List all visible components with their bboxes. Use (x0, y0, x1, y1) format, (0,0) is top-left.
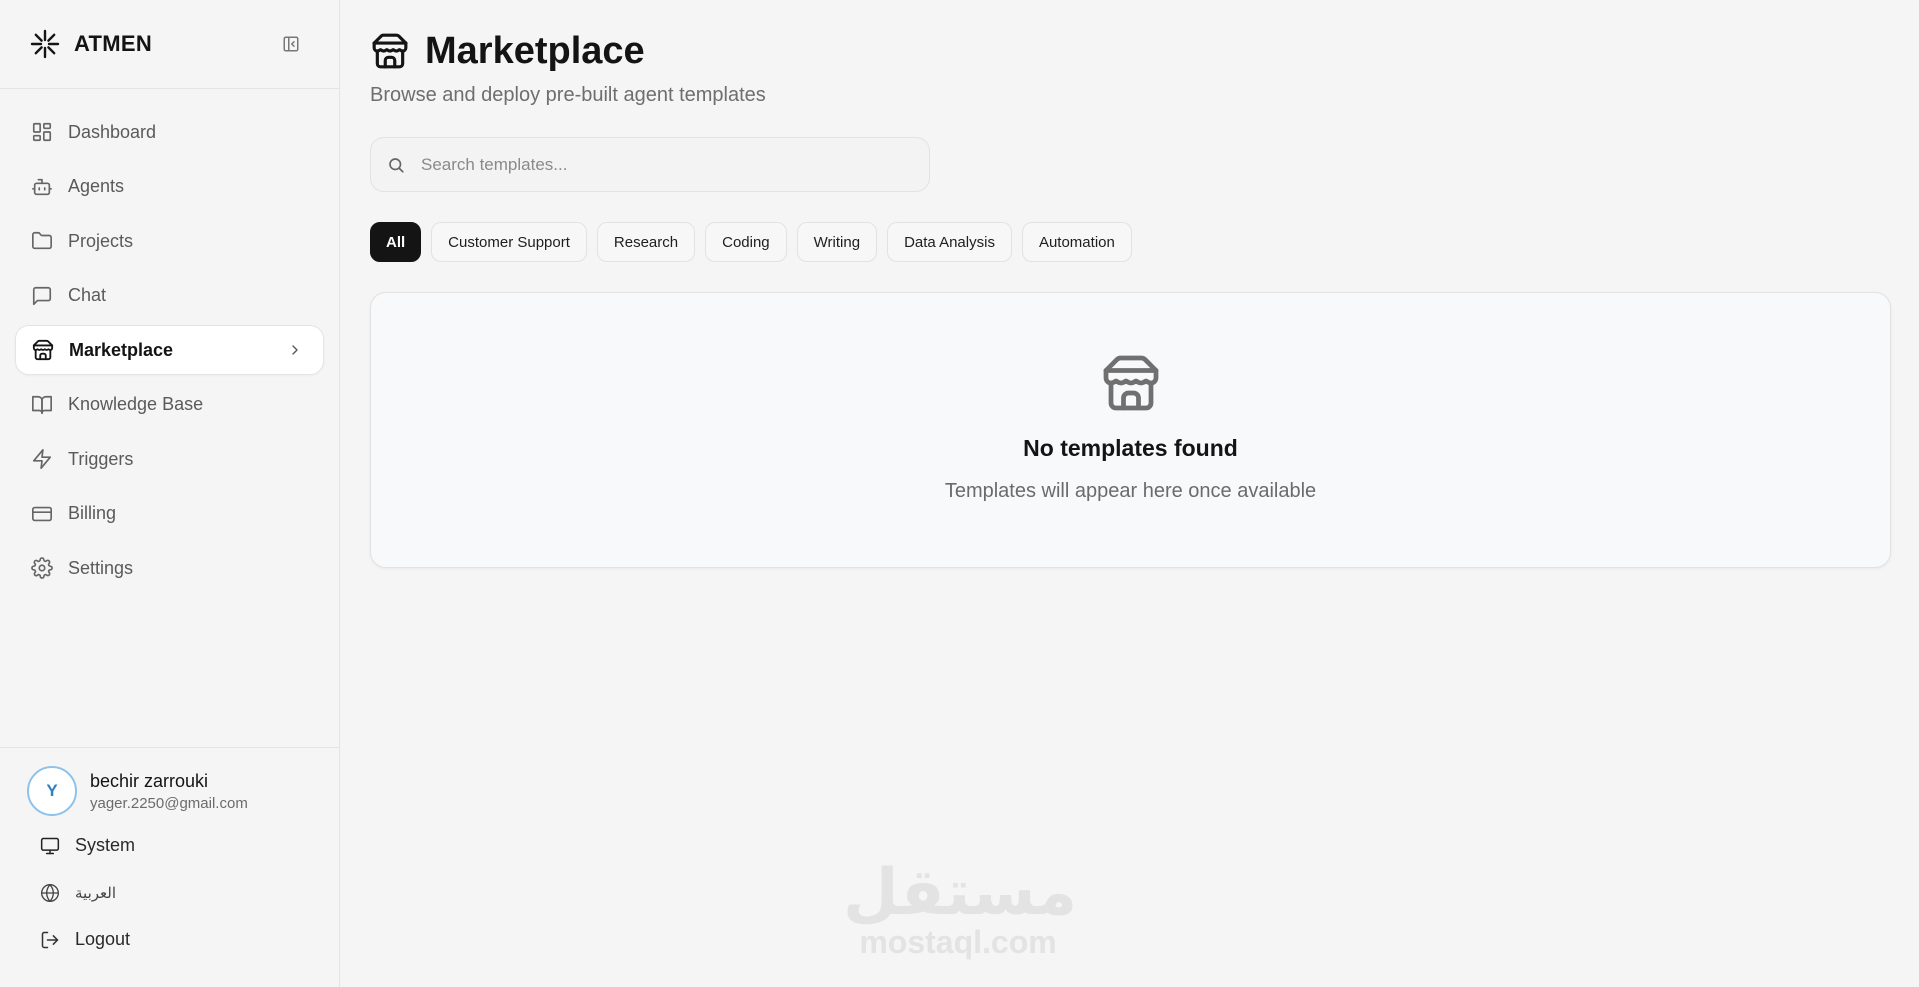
sidebar-item-label: Marketplace (69, 339, 174, 360)
page-title: Marketplace (425, 29, 645, 72)
sidebar-item-agents[interactable]: Agents (15, 162, 324, 212)
book-icon (30, 393, 54, 417)
user-info: bechir zarrouki yager.2250@gmail.com (90, 771, 248, 812)
page-subtitle: Browse and deploy pre-built agent templa… (370, 84, 766, 106)
chevron-right-icon (285, 340, 305, 360)
store-icon (1101, 353, 1161, 413)
bot-icon (30, 175, 54, 199)
sidebar-item-billing[interactable]: Billing (15, 489, 324, 539)
sidebar-item-chat[interactable]: Chat (15, 271, 324, 321)
sidebar-item-triggers[interactable]: Triggers (15, 434, 324, 484)
brand-name[interactable]: ATMEN (74, 31, 152, 57)
message-icon (30, 284, 54, 308)
watermark-arabic: مستقل (843, 856, 1078, 930)
filter-research[interactable]: Research (596, 222, 696, 262)
avatar[interactable]: Y (27, 766, 77, 816)
logout-label: Logout (75, 929, 131, 949)
sidebar-nav: Dashboard Agents Projects Chat Marketpla… (0, 89, 339, 593)
folder-icon (30, 229, 54, 253)
sidebar-item-label: Chat (68, 285, 107, 305)
search-icon (385, 154, 407, 176)
store-icon (31, 338, 55, 362)
filter-automation[interactable]: Automation (1021, 222, 1132, 262)
main-content: Marketplace Browse and deploy pre-built … (370, 0, 1891, 568)
sidebar-item-dashboard[interactable]: Dashboard (15, 107, 324, 157)
gear-icon (30, 556, 54, 580)
sidebar-item-label: Billing (68, 503, 117, 523)
search-input[interactable] (421, 154, 901, 175)
sidebar-footer: Y bechir zarrouki yager.2250@gmail.com S… (0, 747, 339, 987)
sidebar-item-knowledge-base[interactable]: Knowledge Base (15, 380, 324, 430)
theme-label: System (75, 835, 136, 855)
filter-coding[interactable]: Coding (705, 222, 787, 262)
category-filters: All Customer Support Research Coding Wri… (370, 222, 1890, 262)
sidebar-header: ATMEN (0, 0, 339, 89)
sidebar-item-label: Triggers (68, 448, 134, 469)
user-name: bechir zarrouki (90, 770, 209, 791)
logout-icon (38, 928, 62, 952)
filter-data-analysis[interactable]: Data Analysis (887, 222, 1012, 262)
sidebar-item-label: Agents (68, 176, 125, 196)
sidebar-item-settings[interactable]: Settings (15, 543, 324, 593)
collapse-sidebar-icon[interactable] (281, 34, 301, 54)
empty-state: No templates found Templates will appear… (370, 292, 1891, 568)
language-label: العربية (75, 884, 116, 902)
user-profile[interactable]: Y bechir zarrouki yager.2250@gmail.com (0, 748, 339, 816)
atmen-logo-icon[interactable] (28, 27, 62, 61)
logout-button[interactable]: Logout (0, 916, 339, 963)
watermark-latin: mostaql.com (859, 924, 1057, 960)
filter-all[interactable]: All (370, 222, 422, 262)
credit-card-icon (30, 502, 54, 526)
sidebar-item-projects[interactable]: Projects (15, 216, 324, 266)
filter-customer-support[interactable]: Customer Support (431, 222, 587, 262)
empty-state-title: No templates found (1023, 435, 1238, 461)
grid-icon (30, 120, 54, 144)
sidebar-item-label: Dashboard (68, 121, 157, 142)
search-box[interactable] (370, 137, 930, 192)
filter-writing[interactable]: Writing (796, 222, 878, 262)
sidebar: ATMEN Dashboard Agents Projects Chat Mar… (0, 0, 340, 987)
language-switch[interactable]: العربية (0, 869, 339, 916)
sidebar-item-label: Projects (68, 230, 134, 251)
sidebar-item-label: Settings (68, 557, 134, 578)
user-email: yager.2250@gmail.com (90, 794, 248, 812)
sidebar-item-marketplace[interactable]: Marketplace (15, 325, 324, 375)
theme-toggle[interactable]: System (0, 822, 339, 869)
watermark: مستقل mostaql.com (843, 855, 1078, 960)
empty-state-subtitle: Templates will appear here once availabl… (944, 480, 1317, 502)
store-icon (370, 31, 410, 71)
monitor-icon (38, 834, 62, 858)
page-header: Marketplace (370, 30, 1890, 72)
globe-icon (38, 881, 62, 905)
sidebar-item-label: Knowledge Base (68, 394, 204, 414)
zap-icon (30, 447, 54, 471)
